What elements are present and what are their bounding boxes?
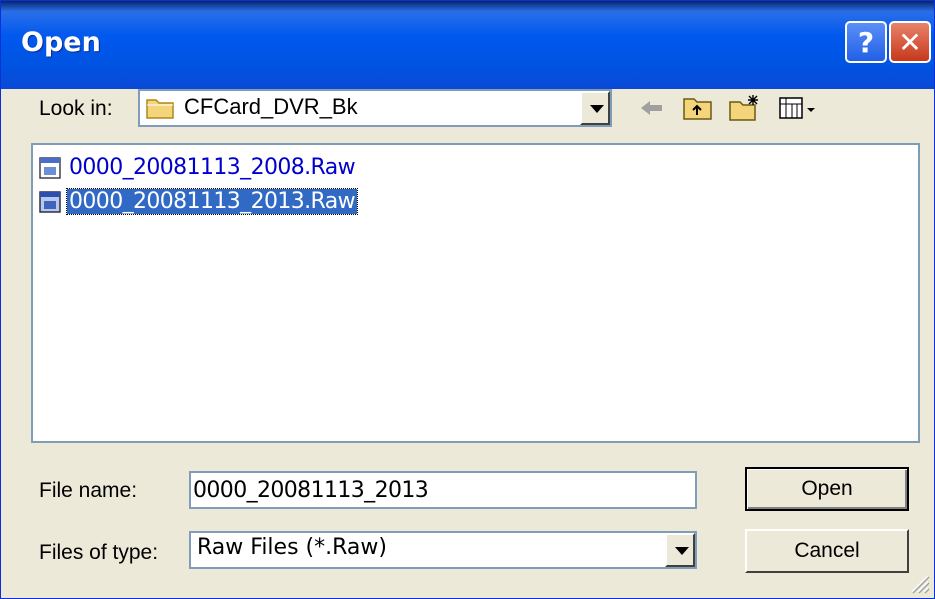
look-in-dropdown-button[interactable] xyxy=(580,91,610,125)
raw-file-icon xyxy=(39,157,61,179)
file-type-value: Raw Files (*.Raw) xyxy=(197,535,387,560)
folder-icon xyxy=(146,99,174,119)
open-button[interactable]: Open xyxy=(745,467,909,511)
file-list[interactable]: 0000_20081113_2008.Raw 0000_20081113_201… xyxy=(31,143,920,443)
resize-grip-icon[interactable] xyxy=(906,570,930,594)
file-type-label: Files of type: xyxy=(39,541,159,564)
look-in-dropdown[interactable]: CFCard_DVR_Bk xyxy=(138,89,612,127)
help-icon: ? xyxy=(857,25,875,59)
views-menu-icon[interactable] xyxy=(777,93,823,123)
up-folder-icon[interactable] xyxy=(681,93,715,123)
close-button[interactable]: ✕ xyxy=(889,21,931,63)
file-name-field[interactable] xyxy=(189,471,697,509)
file-type-dropdown-button[interactable] xyxy=(665,533,695,567)
file-name-text: 0000_20081113_2008.Raw xyxy=(69,155,356,180)
file-type-dropdown[interactable]: Raw Files (*.Raw) xyxy=(189,531,697,569)
file-name-label: File name: xyxy=(39,479,138,502)
new-folder-icon[interactable] xyxy=(727,93,761,123)
look-in-value: CFCard_DVR_Bk xyxy=(184,94,358,119)
help-button[interactable]: ? xyxy=(845,21,887,63)
cancel-button[interactable]: Cancel xyxy=(745,529,909,573)
open-dialog: Open ? ✕ Look in: CFCard_DVR_Bk 0000_200… xyxy=(0,0,935,599)
close-icon: ✕ xyxy=(898,25,922,59)
back-arrow-icon[interactable] xyxy=(635,93,669,123)
look-in-label: Look in: xyxy=(39,97,113,120)
file-name-input[interactable] xyxy=(193,473,677,507)
file-name-text: 0000_20081113_2013.Raw xyxy=(65,188,359,215)
raw-file-icon xyxy=(39,191,61,213)
title-bar: Open ? ✕ xyxy=(1,1,934,89)
dialog-title: Open xyxy=(21,27,101,58)
